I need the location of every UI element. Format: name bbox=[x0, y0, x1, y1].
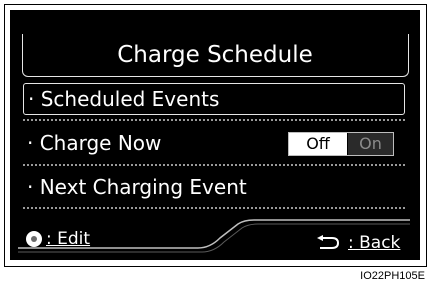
display-screen: Charge Schedule · Scheduled Events · Cha… bbox=[10, 10, 420, 260]
page-title: Charge Schedule bbox=[117, 42, 313, 68]
divider bbox=[23, 164, 405, 166]
return-arrow-icon bbox=[317, 235, 340, 249]
charge-now-toggle[interactable]: Off On bbox=[288, 132, 394, 156]
menu-item-scheduled-events[interactable]: · Scheduled Events bbox=[23, 83, 405, 115]
menu-item-label: · Next Charging Event bbox=[27, 175, 247, 199]
toggle-on-option[interactable]: On bbox=[348, 133, 393, 155]
divider bbox=[23, 119, 405, 121]
edit-button[interactable]: : Edit bbox=[46, 229, 90, 249]
menu-item-label: · Scheduled Events bbox=[28, 87, 220, 111]
figure-code: IO22PH105E bbox=[360, 270, 425, 282]
menu-item-label: · Charge Now bbox=[27, 131, 162, 155]
menu-item-next-charging-event[interactable]: · Next Charging Event bbox=[23, 172, 403, 202]
back-button[interactable]: : Back bbox=[348, 233, 400, 253]
toggle-off-option[interactable]: Off bbox=[289, 133, 347, 155]
dial-icon bbox=[26, 231, 42, 247]
